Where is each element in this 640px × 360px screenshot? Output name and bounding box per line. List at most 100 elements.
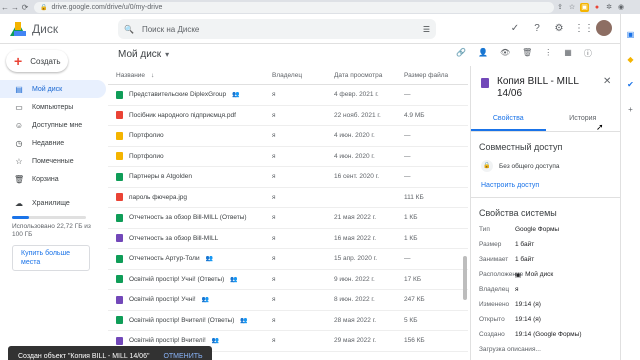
size-cell: 1 КБ bbox=[404, 214, 418, 222]
scrollbar[interactable] bbox=[463, 256, 467, 300]
add-addon-icon[interactable]: + bbox=[621, 105, 640, 114]
date-cell: 28 мая 2022 г. bbox=[334, 316, 377, 324]
more-vert-icon[interactable]: ⋮ bbox=[544, 48, 552, 59]
grid-view-icon[interactable]: ▦ bbox=[564, 48, 572, 59]
table-row[interactable]: Отчетность за обзор Bill-MILL я 16 мая 202… bbox=[108, 229, 468, 249]
sidebar-item-computers[interactable]: ▭ Компьютеры bbox=[0, 98, 108, 116]
chevron-down-icon[interactable]: ▾ bbox=[165, 50, 169, 59]
bookmark-star-icon[interactable]: ☆ bbox=[566, 3, 578, 12]
help-icon[interactable]: ? bbox=[530, 23, 544, 34]
clock-icon: ◷ bbox=[15, 138, 23, 148]
storage-bar bbox=[12, 216, 86, 219]
table-row[interactable]: Представительские DiplexGroup 👥 я 4 февр. 2… bbox=[108, 85, 468, 106]
date-cell: 16 сент. 2020 г. bbox=[334, 173, 380, 181]
search-input[interactable]: 🔍 Поиск на Диске ☰ bbox=[118, 19, 436, 39]
extension-red-icon[interactable]: ● bbox=[591, 3, 603, 12]
table-row[interactable]: пароль фючера.jpg я 111 КБ bbox=[108, 188, 468, 208]
share-icon[interactable]: ⇪ bbox=[554, 3, 566, 12]
sidebar-item-shared[interactable]: ☺ Доступные мне bbox=[0, 116, 108, 134]
sheets-file-icon bbox=[116, 213, 123, 222]
sort-arrow-icon[interactable]: ↓ bbox=[151, 72, 154, 79]
property-row: Занимает 1 байт bbox=[471, 252, 620, 267]
filter-options-icon[interactable]: ☰ bbox=[423, 25, 430, 34]
table-row[interactable]: Посібник народного підприємця.pdf я 22 ноя… bbox=[108, 106, 468, 126]
details-panel: Копия BILL - MILL 14/06 ✕ Свойства Истор… bbox=[470, 66, 620, 360]
profile-icon[interactable]: ◉ bbox=[615, 3, 627, 12]
sidebar-item-starred[interactable]: ☆ Помеченные bbox=[0, 152, 108, 170]
calendar-icon[interactable]: ▣ bbox=[621, 30, 640, 39]
table-row[interactable]: Освітній простір! Вчителі! (Ответы) 👥 я 28 … bbox=[108, 311, 468, 331]
file-name-cell: Посібник народного підприємця.pdf bbox=[108, 111, 272, 120]
column-owner[interactable]: Владелец bbox=[272, 72, 334, 79]
tasks-icon[interactable]: ✔ bbox=[621, 80, 640, 89]
size-cell: 111 КБ bbox=[404, 193, 424, 201]
sidebar-item-trash[interactable]: 🗑 Корзина bbox=[0, 170, 108, 188]
sidebar-item-storage[interactable]: ☁ Хранилище bbox=[0, 194, 108, 212]
file-name-cell: Партнеры в Atgolden bbox=[108, 172, 272, 181]
file-name-cell: Освітній простір! Вчителі! 👥 bbox=[108, 336, 272, 345]
mouse-cursor-icon: ➚ bbox=[596, 122, 604, 132]
property-value: 19:14 (Google Формы) bbox=[515, 331, 582, 338]
size-cell: — bbox=[404, 91, 411, 99]
date-cell: 22 нояб. 2021 г. bbox=[334, 111, 381, 119]
table-row[interactable]: Отчетность Артур-Толи 👥 я 15 апр. 2020 г. — bbox=[108, 249, 468, 270]
extension-icon[interactable]: ▣ bbox=[580, 2, 589, 12]
table-row[interactable]: Портфолио я 4 июн. 2020 г. — bbox=[108, 147, 468, 167]
file-name-cell: Портфолио bbox=[108, 131, 272, 140]
manage-access-button[interactable]: Настроить доступ bbox=[471, 172, 620, 189]
property-row: Тип Google Формы bbox=[471, 222, 620, 237]
tab-properties[interactable]: Свойства bbox=[471, 112, 546, 131]
table-row[interactable]: Портфолио я 4 июн. 2020 г. — bbox=[108, 126, 468, 147]
column-size[interactable]: Размер файла bbox=[398, 72, 458, 79]
lock-icon: 🔒 bbox=[481, 160, 493, 172]
close-icon[interactable]: ✕ bbox=[603, 76, 611, 87]
size-cell: 247 КБ bbox=[404, 296, 425, 304]
undo-button[interactable]: ОТМЕНИТЬ bbox=[163, 353, 202, 360]
search-icon[interactable]: 🔍 bbox=[124, 25, 134, 34]
arrow-left-icon[interactable]: ← bbox=[0, 3, 10, 12]
preview-eye-icon[interactable]: 👁 bbox=[500, 48, 510, 59]
table-row[interactable]: Освітній простір! Учні! 👥 я 8 июн. 2022 г. 2… bbox=[108, 290, 468, 311]
file-name-cell: Представительские DiplexGroup 👥 bbox=[108, 90, 272, 99]
avatar[interactable] bbox=[596, 20, 612, 36]
tab-history[interactable]: История bbox=[546, 112, 621, 131]
date-cell: 29 мая 2022 г. bbox=[334, 337, 377, 345]
file-name-cell: Портфолио bbox=[108, 152, 272, 161]
address-bar[interactable]: 🔒 drive.google.com/drive/u/0/my-drive bbox=[34, 1, 554, 13]
delete-icon[interactable]: 🗑 bbox=[522, 48, 532, 59]
property-key: Создано bbox=[479, 331, 505, 338]
sheets-file-icon bbox=[116, 275, 123, 284]
sidebar-item-recent[interactable]: ◷ Недавние bbox=[0, 134, 108, 152]
drive-logo-icon[interactable] bbox=[10, 21, 26, 36]
info-icon[interactable]: ⓘ bbox=[584, 48, 592, 59]
date-cell: 8 июн. 2022 г. bbox=[334, 296, 375, 304]
property-row: Владелец я bbox=[471, 282, 620, 297]
column-name[interactable]: Название ↓ bbox=[108, 72, 272, 79]
sidebar-item-my-drive[interactable]: ▤ Мой диск bbox=[0, 80, 106, 98]
column-date[interactable]: Дата просмотра bbox=[334, 72, 398, 79]
star-icon: ☆ bbox=[15, 156, 23, 166]
link-icon[interactable]: 🔗 bbox=[456, 48, 466, 59]
apps-grid-icon[interactable]: ⋮⋮ bbox=[574, 23, 594, 34]
buy-storage-button[interactable]: Купить больше места bbox=[12, 245, 90, 271]
arrow-right-icon[interactable]: → bbox=[10, 3, 20, 12]
property-row: Создано 19:14 (Google Формы) bbox=[471, 327, 620, 342]
table-row[interactable]: Освітній простір! Учні! (Ответы) 👥 я 9 июн.… bbox=[108, 270, 468, 290]
offline-check-icon[interactable]: ✓ bbox=[508, 23, 522, 34]
app-name[interactable]: Диск bbox=[32, 22, 58, 36]
file-name-cell: Освітній простір! Учні! (Ответы) 👥 bbox=[108, 275, 272, 284]
settings-gear-icon[interactable]: ⚙ bbox=[552, 23, 566, 34]
owner-cell: я bbox=[272, 255, 276, 263]
keep-icon[interactable]: ◆ bbox=[621, 55, 640, 64]
extensions-puzzle-icon[interactable]: ✲ bbox=[603, 3, 615, 12]
plus-icon: + bbox=[14, 53, 23, 69]
table-row[interactable]: Отчетность за обзор Bill-MILL (Ответы) я 2… bbox=[108, 208, 468, 229]
add-person-icon[interactable]: 👤 bbox=[478, 48, 488, 59]
table-row[interactable]: Партнеры в Atgolden я 16 сент. 2020 г. — bbox=[108, 167, 468, 188]
reload-icon[interactable]: ⟳ bbox=[20, 3, 30, 12]
sheets-file-icon bbox=[116, 254, 123, 263]
create-button[interactable]: + Создать bbox=[6, 50, 68, 72]
main-content: Мой диск ▾ Название ↓ Владелец Дата прос… bbox=[108, 44, 468, 360]
shared-people-icon: 👥 bbox=[205, 256, 214, 263]
page-title[interactable]: Мой диск bbox=[118, 49, 161, 60]
